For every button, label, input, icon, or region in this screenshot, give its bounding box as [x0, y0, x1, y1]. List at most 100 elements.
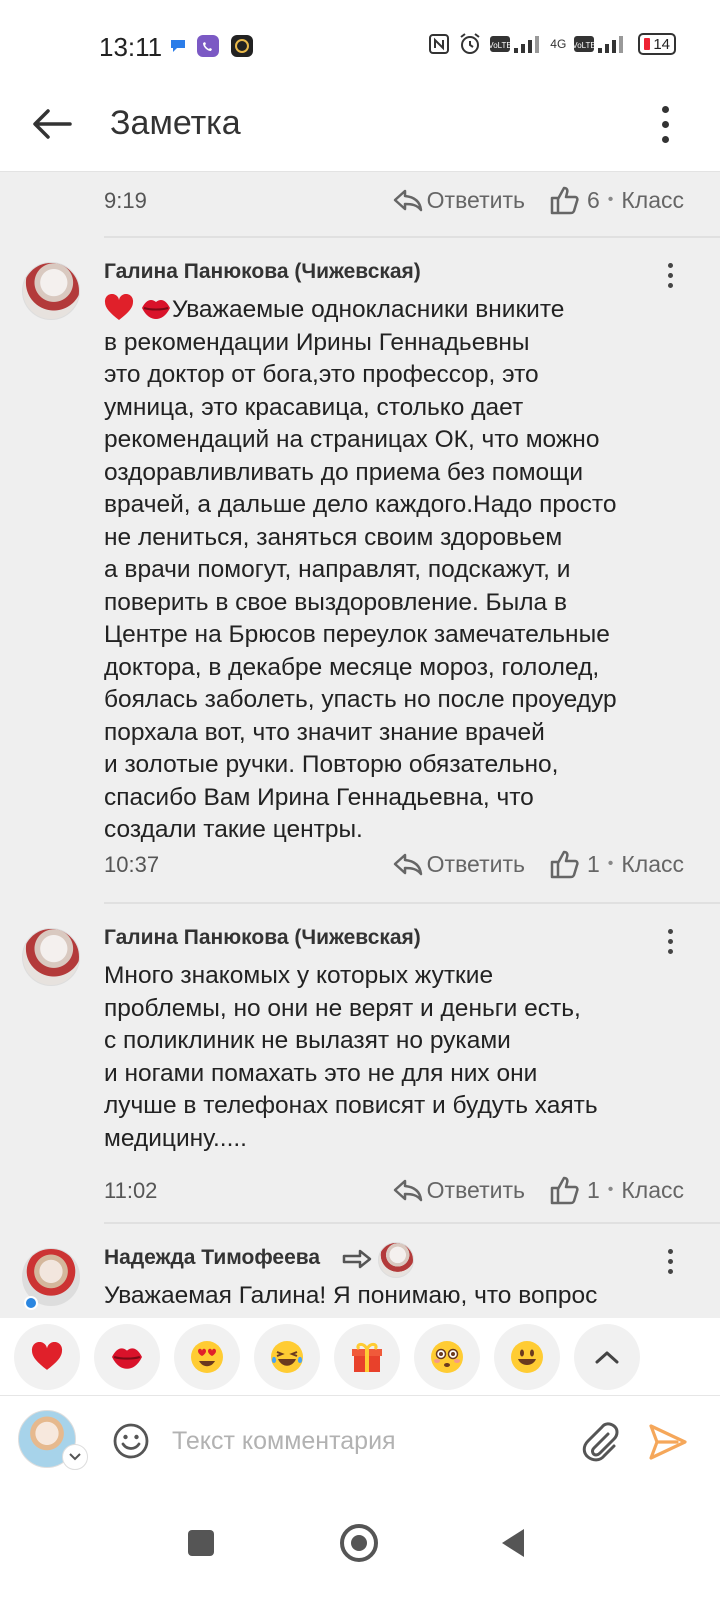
system-indicators: VoLTE 4G VoLTE 14 — [428, 32, 676, 56]
comment-footer: 9:19 Ответить 6 • Класс — [0, 172, 720, 238]
app-icon — [231, 35, 253, 57]
home-icon — [351, 1535, 367, 1551]
klass-label: Класс — [621, 850, 684, 877]
reaction-smiley-button[interactable] — [494, 1323, 560, 1390]
comment-text: Уважаемая Галина! Я понимаю, что вопрос — [104, 1282, 598, 1309]
reply-label: Ответить — [426, 186, 525, 213]
volte-signal-2-icon: VoLTE — [574, 36, 624, 53]
back-button[interactable] — [26, 98, 78, 150]
arrow-left-icon — [33, 109, 72, 139]
comment-author[interactable]: Галина Панюкова (Чижевская) — [104, 926, 421, 950]
klass-button[interactable]: 6 • Класс — [549, 184, 684, 216]
nfc-icon — [429, 34, 450, 54]
account-switch-button[interactable] — [62, 1444, 88, 1470]
klass-button[interactable]: 1 • Класс — [549, 1174, 684, 1206]
more-vertical-icon — [667, 262, 673, 268]
battery-icon: 14 — [638, 33, 676, 55]
reaction-gift-button[interactable] — [334, 1323, 400, 1390]
send-icon — [649, 1424, 687, 1460]
thumbs-up-icon — [550, 1176, 579, 1205]
heart-icon — [31, 1341, 63, 1370]
heart-eyes-icon — [191, 1340, 223, 1373]
comment-actions: Ответить 1 • Класс — [393, 1174, 684, 1206]
flushed-icon — [431, 1340, 463, 1373]
reply-button[interactable]: Ответить — [393, 187, 525, 214]
comment-time: 9:19 — [104, 188, 147, 213]
more-menu-button[interactable] — [650, 98, 680, 150]
comment: Надежда Тимофеева Уважаемая Галина! Я по… — [0, 1224, 720, 1327]
attach-button[interactable] — [580, 1420, 620, 1464]
lips-icon — [112, 1347, 142, 1369]
recents-button[interactable] — [188, 1530, 214, 1556]
expand-reactions-button[interactable] — [574, 1323, 640, 1390]
comment-menu-button[interactable] — [660, 260, 680, 290]
reply-icon — [393, 1179, 422, 1202]
comment-menu-button[interactable] — [660, 1246, 680, 1276]
reply-label: Ответить — [426, 1176, 525, 1203]
smile-outline-icon — [113, 1423, 149, 1459]
klass-label: Класс — [621, 1176, 684, 1203]
comments-list[interactable]: 9:19 Ответить 6 • Класс Галина Панюкова … — [0, 172, 720, 1327]
reply-button[interactable]: Ответить — [393, 1177, 525, 1204]
send-button[interactable] — [646, 1420, 690, 1464]
like-count: 6 — [586, 186, 600, 213]
comment-footer: 10:37 Ответить 1 • Класс — [0, 842, 720, 892]
comment-time: 11:02 — [104, 1178, 158, 1203]
comment-input[interactable] — [172, 1418, 562, 1464]
comment: Галина Панюкова (Чижевская) Уважаемые од… — [0, 238, 720, 904]
comment-time: 10:37 — [104, 852, 160, 877]
reply-icon — [393, 853, 422, 876]
system-back-button[interactable] — [502, 1529, 524, 1557]
online-indicator — [24, 1296, 38, 1310]
comment-menu-button[interactable] — [660, 926, 680, 956]
reply-to-arrow-icon — [342, 1249, 372, 1269]
comment-author[interactable]: Надежда Тимофеева — [104, 1246, 320, 1270]
reply-to-avatar[interactable] — [378, 1242, 414, 1278]
reaction-heart-button[interactable] — [14, 1323, 80, 1390]
avatar[interactable] — [22, 262, 80, 320]
reaction-heart-eyes-button[interactable] — [174, 1323, 240, 1390]
more-icon — [661, 105, 669, 113]
comment-footer: 11:02 Ответить 1 • Класс — [0, 1168, 720, 1218]
comment-actions: Ответить 6 • Класс — [393, 184, 684, 216]
chevron-down-icon — [69, 1453, 81, 1461]
laughing-icon — [271, 1340, 303, 1373]
paperclip-icon — [582, 1422, 619, 1462]
gift-icon — [352, 1342, 382, 1372]
reaction-laughing-button[interactable] — [254, 1323, 320, 1390]
notification-icons — [170, 34, 254, 58]
reply-button[interactable]: Ответить — [393, 851, 525, 878]
page-title: Заметка — [110, 104, 241, 142]
emoji-button[interactable] — [112, 1422, 150, 1460]
klass-label: Класс — [621, 186, 684, 213]
home-button[interactable] — [340, 1524, 378, 1562]
status-bar: 13:11 VoLTE 4G VoLTE 14 — [0, 0, 720, 80]
alarm-icon — [460, 33, 480, 54]
reply-icon — [393, 189, 422, 212]
svg-text:VoLTE: VoLTE — [574, 41, 596, 50]
like-count: 1 — [586, 850, 600, 877]
avatar[interactable] — [22, 928, 80, 986]
klass-button[interactable]: 1 • Класс — [549, 848, 684, 880]
comment: Галина Панюкова (Чижевская) Много знаком… — [0, 904, 720, 1224]
svg-text:VoLTE: VoLTE — [490, 41, 512, 50]
comment-text: Много знакомых у которых жуткие проблемы… — [104, 962, 598, 1152]
reaction-bar — [0, 1318, 720, 1396]
smiley-icon — [511, 1340, 543, 1373]
status-time: 13:11 — [99, 32, 163, 62]
like-count: 1 — [586, 1176, 600, 1203]
comment-text: Уважаемые однокласники вниките в рекомен… — [104, 296, 617, 843]
chevron-up-icon — [595, 1351, 619, 1363]
reaction-flushed-button[interactable] — [414, 1323, 480, 1390]
reply-label: Ответить — [426, 850, 525, 877]
comment-actions: Ответить 1 • Класс — [393, 848, 684, 880]
more-vertical-icon — [667, 1248, 673, 1254]
reaction-lips-button[interactable] — [94, 1323, 160, 1390]
chat-bubble-icon — [171, 40, 185, 52]
app-bar: Заметка — [0, 80, 720, 172]
thumbs-up-icon — [550, 850, 579, 879]
comment-composer — [0, 1398, 720, 1488]
more-vertical-icon — [667, 928, 673, 934]
volte-signal-icon: VoLTE — [490, 36, 540, 53]
comment-author[interactable]: Галина Панюкова (Чижевская) — [104, 260, 421, 284]
